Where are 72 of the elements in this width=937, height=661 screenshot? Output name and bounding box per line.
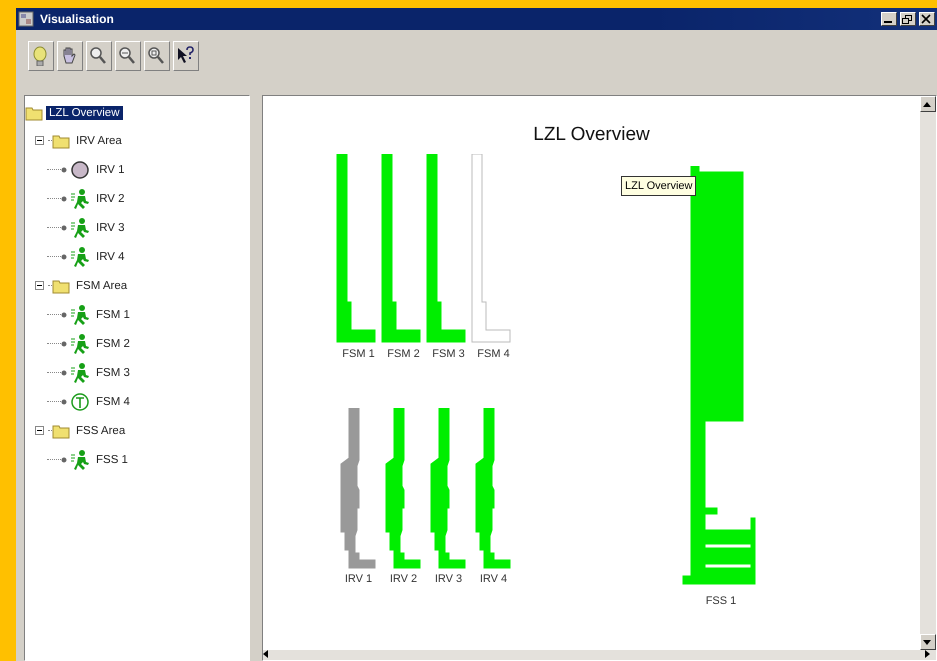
minimize-button[interactable] (881, 12, 897, 26)
tree-item-label[interactable]: FSM 1 (93, 308, 133, 322)
zoom-icon (88, 46, 106, 66)
tree-item-label[interactable]: FSM 4 (93, 394, 133, 408)
help-icon (176, 46, 194, 66)
machine-label: IRV 3 (434, 573, 462, 585)
bullet-icon (61, 398, 67, 404)
running-figure-icon (70, 188, 90, 210)
folder-icon (52, 422, 70, 438)
window-title: Visualisation (40, 12, 114, 26)
stop-circle-icon (70, 158, 90, 180)
toolbar-button[interactable] (144, 41, 170, 71)
bullet-icon (61, 196, 67, 202)
bullet-icon (61, 340, 67, 346)
maximize-icon (902, 14, 912, 24)
toolbar-button[interactable] (57, 41, 83, 71)
folder-icon (52, 132, 70, 148)
machine-label: IRV 2 (390, 573, 418, 585)
horizontal-scrollbar[interactable] (263, 650, 936, 660)
machine-label: FSS 1 (706, 595, 736, 607)
tree-item-label[interactable]: FSS 1 (93, 452, 131, 466)
tree-item-label[interactable]: FSM Area (73, 278, 130, 292)
maximize-button[interactable] (900, 12, 916, 26)
machine-label: FSM 3 (432, 348, 465, 360)
bullet-icon (61, 312, 67, 318)
folder-icon (52, 278, 70, 294)
running-figure-icon (70, 304, 90, 326)
diagram-title: LZL Overview (532, 124, 651, 146)
bullet-icon (61, 224, 67, 230)
tree-item-label[interactable]: FSM 3 (93, 366, 133, 380)
machine-label: IRV 4 (480, 573, 508, 585)
scroll-down-icon[interactable] (922, 640, 930, 644)
machine-label: FSM 4 (477, 348, 510, 360)
tree-item-label[interactable]: IRV 2 (93, 192, 128, 206)
machine-label: FSM 1 (342, 348, 375, 360)
tree-item-label[interactable]: LZL Overview (46, 106, 123, 120)
bullet-icon (61, 370, 67, 376)
running-figure-icon (70, 332, 90, 354)
tree-item-label[interactable]: FSM 2 (93, 336, 133, 350)
tree-item-label[interactable]: IRV Area (73, 134, 125, 148)
collapse-icon[interactable] (35, 136, 45, 146)
tree-item-label[interactable]: IRV 1 (93, 162, 128, 176)
t-circle-icon (70, 390, 90, 412)
toolbar-button[interactable] (86, 41, 112, 71)
zoom-out-icon (118, 46, 136, 66)
tree-item-label[interactable]: FSS Area (73, 424, 128, 438)
running-figure-icon (70, 216, 90, 238)
scroll-up-icon[interactable] (922, 102, 930, 106)
running-figure-icon (70, 246, 90, 268)
close-button[interactable] (919, 12, 935, 26)
running-figure-icon (70, 448, 90, 470)
bullet-icon (61, 456, 67, 462)
toolbar-button[interactable] (115, 41, 141, 71)
bullet-icon (61, 166, 67, 172)
minimize-icon (884, 21, 892, 23)
folder-icon (25, 105, 43, 121)
machine-shape[interactable] (338, 408, 378, 569)
tree-item-label[interactable]: IRV 4 (93, 250, 128, 264)
zoom-reset-icon (146, 46, 164, 66)
tooltip: LZL Overview (621, 176, 696, 196)
bullet-icon (61, 254, 67, 260)
collapse-icon[interactable] (35, 426, 45, 436)
close-icon (920, 14, 930, 24)
toolbar-button[interactable] (173, 41, 199, 71)
app-icon (18, 11, 34, 27)
collapse-icon[interactable] (35, 280, 45, 290)
lightbulb-icon (30, 46, 48, 66)
running-figure-icon (70, 362, 90, 384)
machine-label: FSM 2 (387, 348, 420, 360)
machine-label: IRV 1 (344, 573, 372, 585)
vertical-scrollbar[interactable] (920, 96, 936, 650)
tree-item-label[interactable]: IRV 3 (93, 220, 128, 234)
